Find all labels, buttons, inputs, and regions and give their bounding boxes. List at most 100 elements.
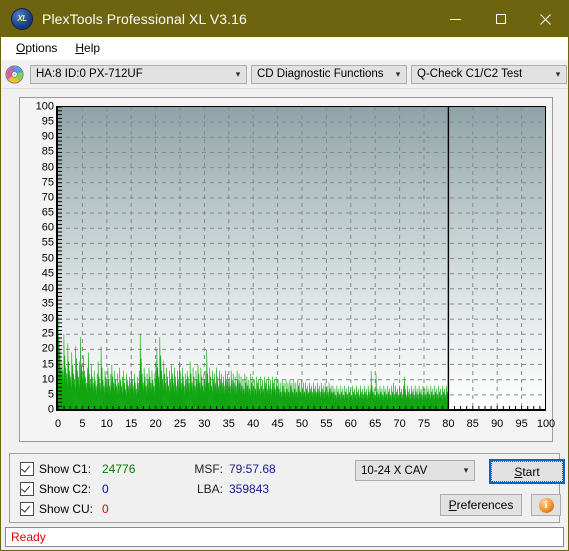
readout-value: 359843 — [229, 482, 270, 496]
chart-panel: 0 5 10 15 20 25 30 35 40 45 50 55 60 65 70 75 80 85 90 95 10… — [1, 89, 568, 453]
function-select-value: CD Diagnostic Functions — [257, 68, 384, 80]
readout-row: LBA: 359843 — [186, 479, 276, 499]
position-readouts: MSF: 79:57.68 LBA: 359843 — [186, 459, 276, 499]
menu-item-help[interactable]: Help — [66, 39, 109, 57]
y-axis-tick: 30 — [41, 312, 54, 325]
readout-label: LBA: — [196, 482, 223, 496]
app-window: XL PlexTools Professional XL V3.16 Optio… — [0, 0, 569, 551]
y-axis-tick: 0 — [47, 403, 54, 416]
menu-help-rest: elp — [84, 41, 101, 55]
speed-select[interactable]: 10-24 X CAV ▾ — [355, 460, 475, 481]
y-axis-tick: 65 — [41, 206, 54, 219]
preferences-button[interactable]: Preferences — [440, 494, 522, 516]
x-axis-tick: 10 — [100, 418, 113, 430]
x-axis-tick: 35 — [222, 418, 235, 430]
info-button[interactable]: i — [531, 494, 561, 516]
y-axis-tick: 80 — [41, 161, 54, 174]
test-select-value: Q-Check C1/C2 Test — [417, 68, 523, 80]
y-axis-tick: 40 — [41, 282, 54, 295]
y-axis-tick: 100 — [35, 100, 54, 113]
x-axis-tick: 50 — [295, 418, 309, 430]
readout-row: MSF: 79:57.68 — [186, 459, 276, 479]
x-axis-tick: 100 — [536, 418, 556, 430]
status-text: Ready — [11, 530, 46, 544]
function-select[interactable]: CD Diagnostic Functions ▾ — [251, 64, 407, 84]
y-axis-tick: 10 — [41, 373, 54, 386]
readout-label: MSF: — [194, 462, 223, 476]
checkbox-showcu[interactable] — [20, 502, 34, 516]
chevron-down-icon: ▾ — [555, 68, 561, 79]
info-icon-glyph: i — [544, 499, 548, 511]
chevron-down-icon: ▾ — [463, 465, 469, 475]
checkbox-row: Show C2: 0 — [20, 479, 135, 499]
x-axis-tick: 15 — [125, 418, 138, 430]
show-error-checkboxes: Show C1: 24776 Show C2: 0 Show CU: 0 — [20, 459, 135, 519]
checkbox-label: Show C2: — [39, 482, 92, 496]
y-axis-tick: 55 — [41, 236, 54, 249]
x-axis-tick: 40 — [247, 418, 260, 430]
error-count-value: 0 — [102, 482, 109, 496]
checkbox-row: Show C1: 24776 — [20, 459, 135, 479]
y-axis-tick: 25 — [41, 327, 54, 340]
start-accel: S — [514, 464, 523, 479]
start-button-label: tart — [522, 464, 540, 479]
start-button[interactable]: Start — [489, 459, 565, 484]
x-axis-tick: 25 — [173, 418, 187, 430]
y-axis-labels: 0 5 10 15 20 25 30 35 40 45 50 55 60 65 70 75 80 85 90 95 10… — [22, 101, 54, 415]
y-axis-tick: 50 — [41, 252, 54, 264]
checkbox-row: Show CU: 0 — [20, 499, 135, 519]
y-axis-tick: 15 — [41, 358, 54, 371]
checkbox-showc1[interactable] — [20, 462, 34, 476]
speed-select-value: 10-24 X CAV — [361, 464, 428, 477]
chart-frame: 0 5 10 15 20 25 30 35 40 45 50 55 60 65 70 75 80 85 90 95 10… — [19, 97, 556, 442]
control-panel: Show C1: 24776 Show C2: 0 Show CU: 0 MSF: 79:5… — [9, 453, 565, 523]
maximize-icon[interactable] — [478, 1, 523, 37]
error-count-value: 24776 — [102, 462, 136, 476]
x-axis-tick: 45 — [271, 418, 284, 430]
cd-disc-icon — [5, 64, 24, 84]
drive-select[interactable]: HA:8 ID:0 PX-712UF ▾ — [30, 64, 247, 84]
menu-item-options[interactable]: Options — [7, 39, 66, 57]
x-axis-tick: 95 — [515, 418, 528, 430]
preferences-button-label: references — [456, 498, 514, 512]
toolbar: HA:8 ID:0 PX-712UF ▾ CD Diagnostic Funct… — [1, 60, 568, 89]
x-axis-tick: 60 — [344, 418, 357, 430]
title-bar: XL PlexTools Professional XL V3.16 — [1, 1, 568, 37]
x-axis-tick: 55 — [320, 418, 333, 430]
x-axis-tick: 75 — [417, 418, 431, 430]
readout-value: 79:57.68 — [229, 462, 276, 476]
minimize-icon[interactable] — [433, 1, 478, 37]
xl-app-icon: XL — [12, 9, 32, 29]
x-axis-tick: 80 — [442, 418, 455, 430]
chevron-down-icon: ▾ — [395, 68, 401, 79]
close-icon[interactable] — [523, 1, 568, 37]
y-axis-tick: 45 — [41, 267, 54, 280]
y-axis-tick: 95 — [41, 115, 54, 128]
y-axis-tick: 20 — [41, 342, 54, 355]
window-title: PlexTools Professional XL V3.16 — [42, 11, 247, 27]
x-axis-tick: 20 — [149, 418, 162, 430]
y-axis-tick: 5 — [47, 388, 54, 401]
y-axis-tick: 75 — [41, 176, 54, 189]
y-axis-tick: 90 — [41, 130, 54, 143]
drive-select-value: HA:8 ID:0 PX-712UF — [36, 68, 143, 80]
x-axis-tick: 0 — [54, 418, 62, 430]
x-axis-tick: 85 — [466, 418, 479, 430]
y-axis-tick: 85 — [41, 145, 54, 158]
x-axis-tick: 70 — [393, 418, 406, 430]
plot-wrapper: 0 5 10 15 20 25 30 35 40 45 50 55 60 65 70 75 80 85 90 95 10… — [36, 101, 556, 430]
x-axis-tick: 65 — [369, 418, 382, 430]
window-buttons — [433, 1, 568, 37]
chevron-down-icon: ▾ — [235, 68, 241, 79]
test-select[interactable]: Q-Check C1/C2 Test ▾ — [411, 64, 567, 84]
x-axis-tick: 90 — [491, 418, 504, 430]
checkbox-showc2[interactable] — [20, 482, 34, 496]
y-axis-tick: 35 — [41, 297, 54, 310]
status-bar: Ready — [5, 527, 564, 547]
info-icon: i — [538, 497, 554, 513]
x-axis-tick: 30 — [198, 418, 211, 430]
checkbox-label: Show CU: — [39, 502, 94, 516]
app-icon-label: XL — [17, 14, 27, 23]
error-count-value: 0 — [102, 502, 109, 516]
preferences-accel: P — [448, 498, 457, 512]
